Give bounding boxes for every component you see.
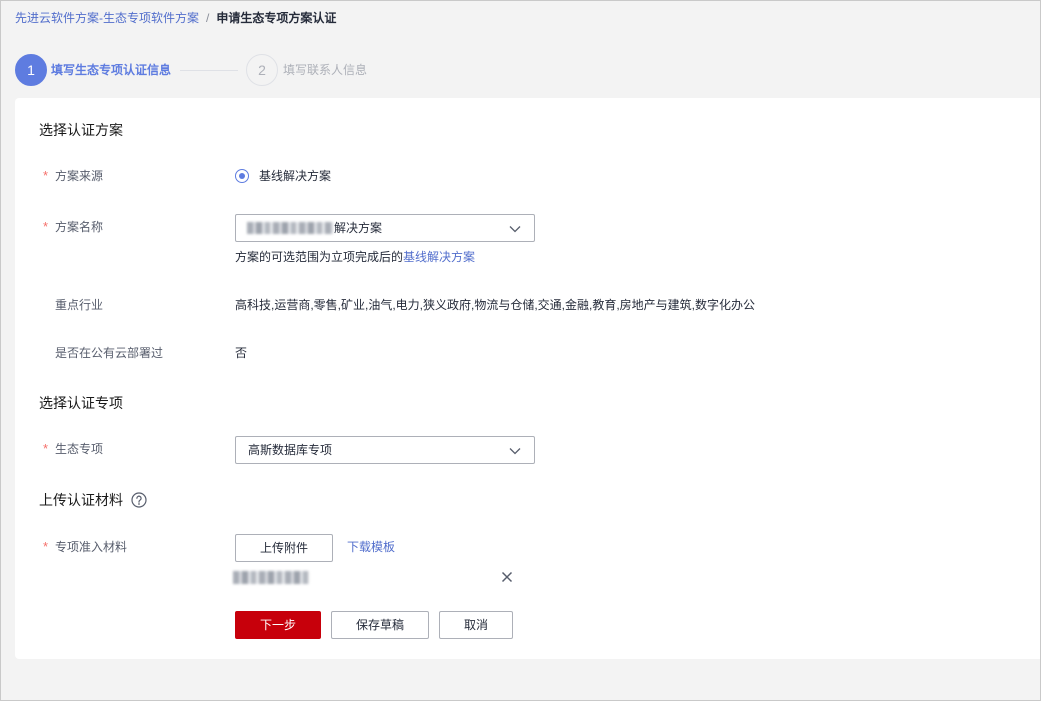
question-circle-icon[interactable] [131, 492, 147, 508]
redacted-text [247, 222, 333, 234]
eco-special-label: * 生态专项 [43, 441, 103, 457]
material-label-text: 专项准入材料 [55, 540, 128, 554]
eco-special-label-text: 生态专项 [55, 442, 104, 456]
download-template-link[interactable]: 下载模板 [347, 539, 395, 555]
cancel-button[interactable]: 取消 [439, 611, 513, 639]
save-draft-button[interactable]: 保存草稿 [331, 611, 429, 639]
upload-attachment-button[interactable]: 上传附件 [235, 534, 333, 562]
breadcrumb-separator: / [206, 11, 210, 25]
scheme-name-label-text: 方案名称 [55, 220, 104, 234]
required-mark: * [43, 168, 49, 183]
step-1-label: 填写生态专项认证信息 [51, 63, 172, 77]
section-title-special: 选择认证专项 [39, 395, 123, 411]
required-mark: * [43, 539, 49, 554]
scheme-name-select[interactable]: 解决方案 [235, 214, 535, 242]
scheme-name-selected-value: 解决方案 [334, 221, 383, 235]
chevron-down-icon[interactable] [509, 223, 521, 235]
scheme-name-hint: 方案的可选范围为立项完成后的基线解决方案 [235, 249, 475, 265]
breadcrumb: 先进云软件方案-生态专项软件方案 / 申请生态专项方案认证 [15, 9, 336, 27]
baseline-solution-link[interactable]: 基线解决方案 [403, 250, 475, 264]
industry-value: 高科技,运营商,零售,矿业,油气,电力,狭义政府,物流与仓储,交通,金融,教育,… [235, 298, 756, 312]
radio-label-baseline[interactable]: 基线解决方案 [259, 168, 331, 184]
chevron-down-icon[interactable] [509, 445, 521, 457]
breadcrumb-current: 申请生态专项方案认证 [216, 11, 337, 25]
eco-special-selected-value: 高斯数据库专项 [248, 443, 333, 457]
scheme-name-hint-text: 方案的可选范围为立项完成后的 [235, 250, 404, 264]
scheme-source-label-text: 方案来源 [55, 169, 104, 183]
scheme-name-label: * 方案名称 [43, 219, 103, 235]
required-mark: * [43, 219, 49, 234]
section-title-upload: 上传认证材料 [39, 490, 147, 510]
scheme-source-label: * 方案来源 [43, 168, 103, 184]
page: 先进云软件方案-生态专项软件方案 / 申请生态专项方案认证 1 填写生态专项认证信息… [0, 0, 1041, 701]
public-cloud-label: 是否在公有云部署过 [55, 346, 164, 360]
next-step-button[interactable]: 下一步 [235, 611, 321, 639]
section-title-scheme: 选择认证方案 [39, 122, 123, 138]
form-card: 选择认证方案 * 方案来源 基线解决方案 * 方案名称 解决方案 方案的可选范围为立… [15, 98, 1041, 659]
required-mark: * [43, 441, 49, 456]
public-cloud-value: 否 [235, 346, 248, 360]
eco-special-select[interactable]: 高斯数据库专项 [235, 436, 535, 464]
breadcrumb-parent-link[interactable]: 先进云软件方案-生态专项软件方案 [15, 11, 199, 25]
section-title-upload-text: 上传认证材料 [39, 492, 123, 508]
material-label: * 专项准入材料 [43, 539, 127, 555]
step-2-number: 2 [246, 54, 278, 86]
industry-label: 重点行业 [55, 298, 104, 312]
uploaded-file-name-redacted [233, 571, 309, 584]
step-1-number: 1 [15, 54, 47, 86]
step-2-label: 填写联系人信息 [283, 63, 368, 77]
close-icon[interactable] [501, 571, 513, 583]
step-connector [180, 70, 238, 71]
radio-checked-icon[interactable] [235, 169, 249, 183]
